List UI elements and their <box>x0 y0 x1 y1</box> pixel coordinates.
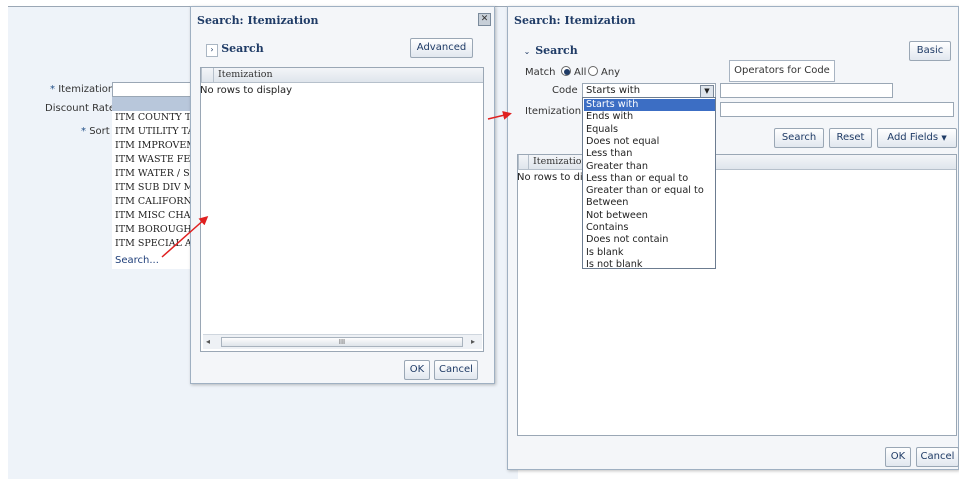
red-arrow-icon <box>487 111 512 120</box>
red-arrow-icon <box>161 216 209 258</box>
annotation-arrows <box>161 111 512 258</box>
